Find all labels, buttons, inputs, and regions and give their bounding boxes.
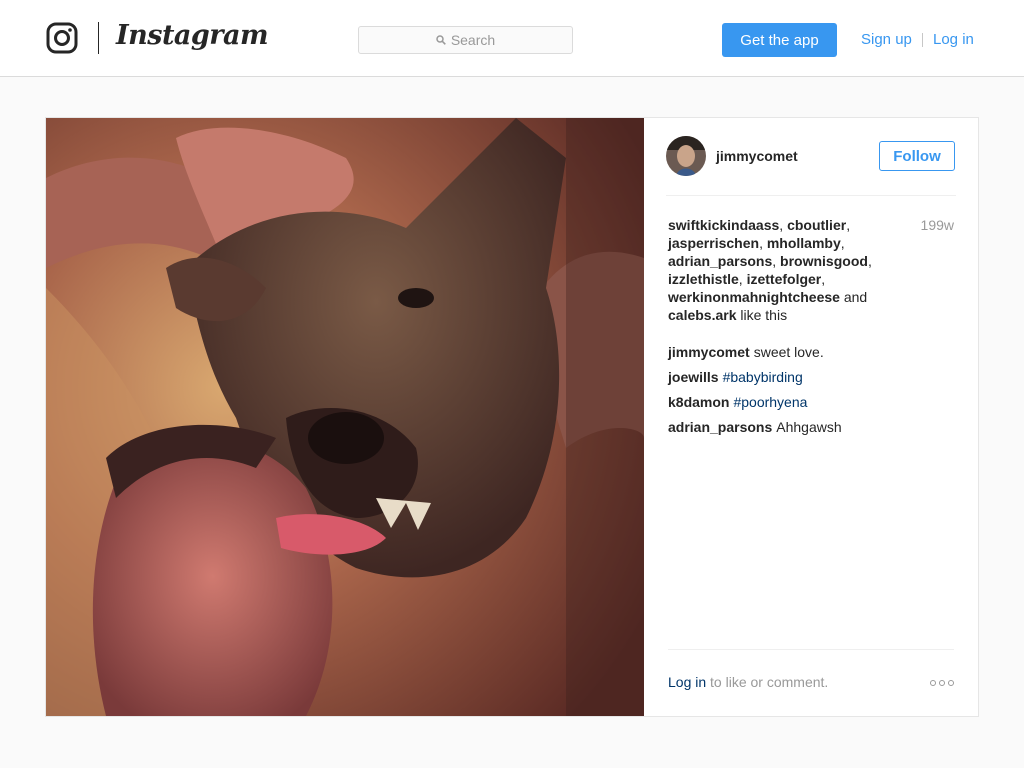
- get-the-app-button[interactable]: Get the app: [722, 23, 837, 57]
- comment: k8damon #poorhyena: [668, 393, 958, 411]
- avatar[interactable]: [666, 136, 706, 176]
- likes-suffix: like this: [736, 307, 788, 323]
- liker-username[interactable]: swiftkickindaass: [668, 217, 779, 233]
- search-icon: [436, 35, 446, 45]
- liker-username[interactable]: izzlethistle: [668, 271, 739, 287]
- more-options-icon[interactable]: [930, 680, 954, 686]
- liker-username[interactable]: jasperrischen: [668, 235, 759, 251]
- post-card: jimmycomet Follow swiftkickindaass, cbou…: [45, 117, 979, 717]
- comment-text: sweet love.: [753, 344, 824, 360]
- liker-username[interactable]: cboutlier: [787, 217, 846, 233]
- login-prompt: Log in to like or comment.: [668, 674, 828, 690]
- search-input[interactable]: Search: [358, 26, 573, 54]
- instagram-camera-icon[interactable]: [46, 22, 78, 54]
- search-placeholder: Search: [450, 32, 496, 48]
- comment-text: Ahhgawsh: [776, 419, 842, 435]
- post-photo[interactable]: [46, 118, 644, 716]
- post-author-username[interactable]: jimmycomet: [716, 148, 798, 164]
- post-sidebar: jimmycomet Follow swiftkickindaass, cbou…: [644, 118, 978, 716]
- dot-icon: [939, 680, 945, 686]
- photo-illustration: [46, 118, 644, 716]
- footer-log-in-link[interactable]: Log in: [668, 674, 706, 690]
- instagram-wordmark[interactable]: Instagram: [116, 20, 269, 51]
- footer-prompt-text: to like or comment.: [710, 674, 829, 690]
- comment-hashtag[interactable]: #babybirding: [723, 369, 803, 385]
- dot-icon: [930, 680, 936, 686]
- log-in-link[interactable]: Log in: [933, 31, 974, 48]
- follow-button[interactable]: Follow: [879, 141, 955, 171]
- post-author-header: jimmycomet Follow: [666, 136, 956, 196]
- comment-list: jimmycomet sweet love. joewills #babybirdin…: [668, 343, 958, 443]
- top-navigation-bar: Instagram Search Get the app Sign up Log…: [0, 0, 1024, 77]
- comment-hashtag[interactable]: #poorhyena: [733, 394, 807, 410]
- comment: adrian_parsons Ahhgawsh: [668, 418, 958, 436]
- comment-username[interactable]: k8damon: [668, 394, 729, 410]
- dot-icon: [948, 680, 954, 686]
- logo-divider: [98, 22, 99, 54]
- liker-username[interactable]: izettefolger: [747, 271, 822, 287]
- liker-username[interactable]: brownisgood: [780, 253, 868, 269]
- comment: joewills #babybirding: [668, 368, 958, 386]
- avatar-image: [666, 136, 706, 176]
- comment-username[interactable]: adrian_parsons: [668, 419, 772, 435]
- auth-divider: [922, 33, 923, 47]
- comment-username[interactable]: jimmycomet: [668, 344, 750, 360]
- liker-username[interactable]: werkinonmahnightcheese: [668, 289, 840, 305]
- comment: jimmycomet sweet love.: [668, 343, 958, 361]
- post-age[interactable]: 199w: [921, 216, 954, 234]
- liker-username[interactable]: mhollamby: [767, 235, 841, 251]
- liker-username[interactable]: adrian_parsons: [668, 253, 772, 269]
- likes-conjunction: and: [839, 289, 868, 305]
- liker-username[interactable]: calebs.ark: [668, 307, 737, 323]
- post-footer: Log in to like or comment.: [668, 649, 954, 699]
- sign-up-link[interactable]: Sign up: [861, 31, 912, 48]
- comment-username[interactable]: joewills: [668, 369, 719, 385]
- likes-summary: swiftkickindaass, cboutlier, jasperrisch…: [668, 217, 872, 323]
